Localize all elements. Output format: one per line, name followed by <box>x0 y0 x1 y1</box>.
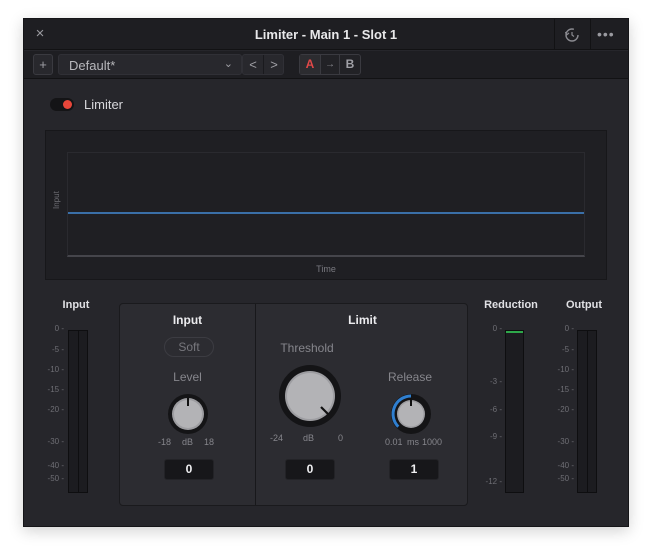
graph-x-axis-label: Time <box>316 264 336 274</box>
limiter-graph: Input Time <box>45 130 607 280</box>
output-meter-title: Output <box>565 299 603 311</box>
toggle-indicator <box>63 100 72 109</box>
reduction-meter-title: Reduction <box>484 299 538 311</box>
reduction-level <box>506 331 523 333</box>
reduction-tick-4: -12 - <box>485 477 502 486</box>
level-min-label: -18 <box>158 437 172 447</box>
input-tick-3: -15 - <box>47 385 64 394</box>
level-label: Level <box>173 370 202 384</box>
threshold-max-label: 0 <box>338 433 344 443</box>
level-knob[interactable] <box>167 393 209 440</box>
preset-nav: < > <box>242 54 284 75</box>
threshold-min-label: -24 <box>270 433 284 443</box>
input-tick-7: -50 - <box>47 474 64 483</box>
soft-clip-button[interactable]: Soft <box>164 337 214 357</box>
add-preset-button[interactable]: + <box>33 54 53 75</box>
copy-a-to-b-button[interactable]: → <box>320 55 340 74</box>
reduction-tick-1: -3 - <box>490 377 502 386</box>
input-tick-5: -30 - <box>47 437 64 446</box>
enable-label: Limiter <box>84 97 124 112</box>
release-unit-label: ms <box>407 437 419 447</box>
input-meter-title: Input <box>62 299 90 311</box>
output-tick-3: -15 - <box>557 385 574 394</box>
output-tick-1: -5 - <box>562 345 574 354</box>
output-meter <box>577 330 597 493</box>
ab-compare: A → B <box>299 54 361 75</box>
reduction-tick-2: -6 - <box>490 405 502 414</box>
chevron-down-icon: ⌄ <box>223 58 233 70</box>
input-tick-4: -20 - <box>47 405 64 414</box>
graph-plot-area <box>67 152 585 257</box>
section-divider <box>255 304 256 505</box>
limit-section-title: Limit <box>348 313 377 327</box>
output-tick-0: 0 - <box>564 324 574 333</box>
history-icon[interactable] <box>562 25 582 45</box>
limiter-plugin-window: × Limiter - Main 1 - Slot 1 ••• + Defaul… <box>23 18 629 527</box>
output-tick-2: -10 - <box>557 365 574 374</box>
window-title: Limiter - Main 1 - Slot 1 <box>254 27 398 42</box>
title-bar: × Limiter - Main 1 - Slot 1 ••• <box>24 19 628 50</box>
threshold-unit-label: dB <box>303 433 315 443</box>
meter-channel-divider <box>587 331 588 492</box>
threshold-label: Threshold <box>280 341 334 355</box>
reduction-meter <box>505 330 524 493</box>
input-tick-6: -40 - <box>47 461 64 470</box>
input-tick-1: -5 - <box>52 345 64 354</box>
next-preset-button[interactable]: > <box>264 55 284 74</box>
preset-name: Default* <box>69 58 116 73</box>
title-divider <box>590 19 591 50</box>
level-value-field[interactable]: 0 <box>164 459 214 480</box>
meter-channel-divider <box>78 331 79 492</box>
release-min-label: 0.01 <box>385 437 403 447</box>
level-unit-label: dB <box>182 437 194 447</box>
reduction-tick-3: -9 - <box>490 432 502 441</box>
input-section-title: Input <box>172 313 203 327</box>
preset-dropdown[interactable]: Default* ⌄ <box>58 54 242 75</box>
limiter-enable-toggle[interactable] <box>50 98 74 111</box>
output-tick-7: -50 - <box>557 474 574 483</box>
output-tick-4: -20 - <box>557 405 574 414</box>
graph-level-line <box>68 212 584 215</box>
reduction-tick-0: 0 - <box>492 324 502 333</box>
release-value-field[interactable]: 1 <box>389 459 439 480</box>
release-knob[interactable] <box>390 393 432 440</box>
output-tick-6: -40 - <box>557 461 574 470</box>
output-tick-5: -30 - <box>557 437 574 446</box>
threshold-knob[interactable] <box>278 364 342 433</box>
release-max-label: 1000 <box>422 437 443 447</box>
input-tick-0: 0 - <box>54 324 64 333</box>
controls-panel: Input Soft Level -18 dB 18 0 Limit Thres… <box>119 303 468 506</box>
compare-a-button[interactable]: A <box>300 55 320 74</box>
release-label: Release <box>387 370 433 384</box>
more-options-icon[interactable]: ••• <box>597 26 621 42</box>
input-meter <box>68 330 88 493</box>
preset-toolbar: + Default* ⌄ < > A → B <box>24 51 628 79</box>
compare-b-button[interactable]: B <box>340 55 360 74</box>
level-max-label: 18 <box>204 437 215 447</box>
previous-preset-button[interactable]: < <box>243 55 263 74</box>
input-tick-2: -10 - <box>47 365 64 374</box>
threshold-value-field[interactable]: 0 <box>285 459 335 480</box>
graph-y-axis-label: Input <box>52 191 61 209</box>
title-divider <box>554 19 555 50</box>
